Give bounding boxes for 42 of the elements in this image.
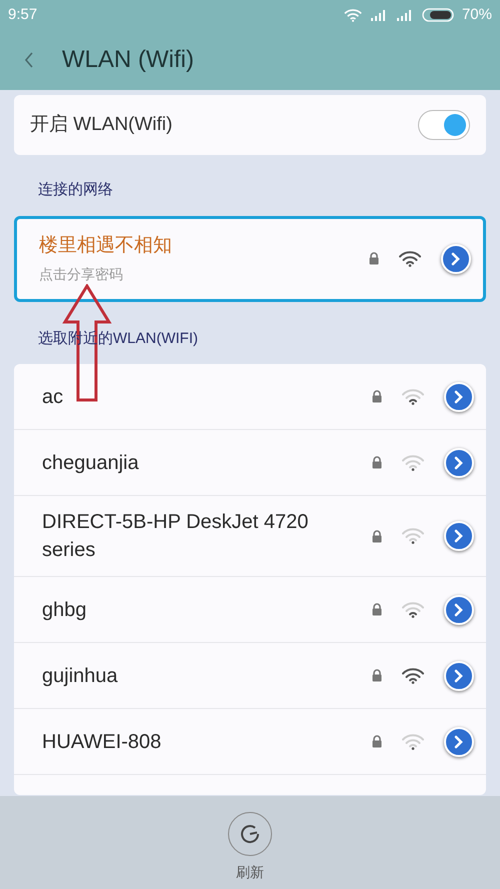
status-time: 9:57 xyxy=(8,4,38,25)
refresh-icon xyxy=(239,823,261,845)
details-button[interactable] xyxy=(444,382,474,412)
details-button[interactable] xyxy=(444,726,474,756)
chevron-right-icon xyxy=(453,456,465,470)
network-name: ac xyxy=(42,384,64,410)
cell-signal-icon xyxy=(396,9,414,21)
section-title: 连接的网络 xyxy=(37,180,114,200)
details-button[interactable] xyxy=(444,594,474,624)
network-name: ghbg xyxy=(42,598,88,622)
network-subtitle: 点击分享密码 xyxy=(39,265,124,284)
network-name: cheguanjia xyxy=(42,450,140,476)
network-name: gujinhua xyxy=(42,664,119,688)
network-name: 楼里相遇不相知 xyxy=(39,234,173,258)
battery-icon xyxy=(422,8,454,22)
network-row[interactable]: cheguanjia xyxy=(14,430,486,496)
chevron-right-icon xyxy=(453,602,465,616)
battery-percent: 70% xyxy=(462,4,492,25)
details-button[interactable] xyxy=(444,448,474,478)
network-row[interactable]: ac xyxy=(14,364,486,430)
cell-signal-icon xyxy=(370,9,388,21)
switch-thumb xyxy=(444,114,466,136)
back-icon xyxy=(24,51,34,69)
network-row[interactable]: DIRECT-5B-HP DeskJet 4720 series xyxy=(14,496,486,577)
details-button[interactable] xyxy=(444,521,474,551)
details-button[interactable] xyxy=(444,660,474,690)
page-title: WLAN (Wifi) xyxy=(62,45,194,75)
chevron-right-icon xyxy=(453,734,465,748)
network-name: DIRECT-5B-HP DeskJet 4720 series xyxy=(42,510,310,563)
chevron-right-icon xyxy=(453,668,465,682)
wifi-status-icon xyxy=(344,8,362,22)
chevron-right-icon xyxy=(450,252,462,266)
network-row[interactable]: HUAWEI-808 xyxy=(14,709,486,775)
wlan-switch[interactable] xyxy=(418,110,470,140)
network-row[interactable]: gujinhua xyxy=(14,643,486,709)
chevron-right-icon xyxy=(453,390,465,404)
chevron-right-icon xyxy=(453,529,465,543)
wlan-toggle-label: 开启 WLAN(Wifi) xyxy=(30,112,172,137)
connected-network-row[interactable]: 楼里相遇不相知 点击分享密码 xyxy=(14,216,486,302)
network-name: HUAWEI-808 xyxy=(42,730,162,754)
network-row[interactable]: ghbg xyxy=(14,577,486,643)
details-button[interactable] xyxy=(441,244,471,274)
